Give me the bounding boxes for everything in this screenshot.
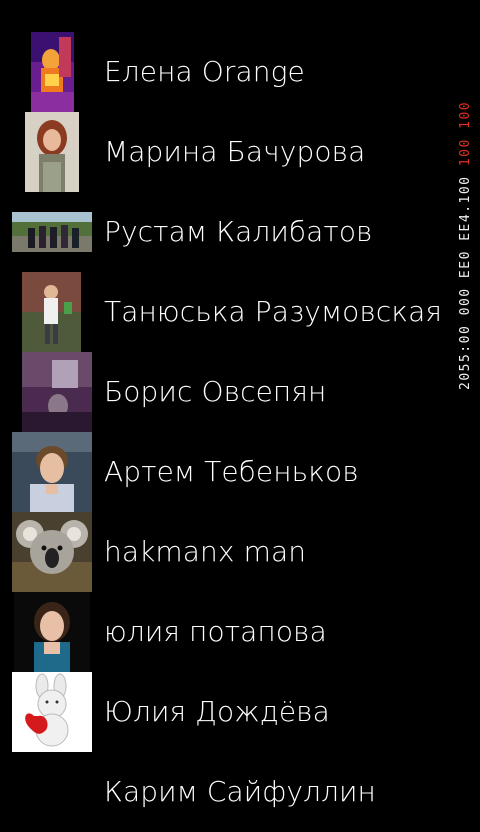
contact-name: Борис Овсепян [104,375,327,408]
contact-item[interactable]: Карим Сайфуллин [0,752,460,832]
avatar [31,32,74,112]
contact-list: Елена Orange Марина Бачурова Рустам Кали… [0,32,460,832]
contact-item[interactable]: Рустам Калибатов [0,192,460,272]
contact-item[interactable]: Борис Овсепян [0,352,460,432]
counter-red-segment: 100 [458,138,473,167]
contact-name: Карим Сайфуллин [104,775,376,808]
memory-counter-text: 2055:00 000 EE0 EE4.100 100 100 [458,101,474,390]
contact-item[interactable]: Танюська Разумовская [0,272,460,352]
contact-name: hakmanx man [104,535,307,568]
contact-name: юлия потапова [104,615,327,648]
counter-red-segment: 100 [458,100,473,129]
avatar [12,192,92,272]
avatar [25,112,79,192]
contact-item[interactable]: Елена Orange [0,32,460,112]
avatar [12,432,92,512]
avatar [22,272,81,352]
memory-counter-overlay: 2055:00 000 EE0 EE4.100 100 100 [456,32,480,402]
avatar [14,592,90,672]
contact-item[interactable]: Юлия Дождёва [0,672,460,752]
contact-name: Елена Orange [104,55,305,88]
contact-item[interactable]: Марина Бачурова [0,112,460,192]
avatar [12,512,92,592]
avatar [12,672,92,752]
contact-name: Юлия Дождёва [104,695,330,728]
contact-name: Рустам Калибатов [104,215,373,248]
contact-item[interactable]: юлия потапова [0,592,460,672]
contact-name: Марина Бачурова [104,135,366,168]
contact-name: Артем Тебеньков [104,455,359,488]
avatar [22,352,92,432]
counter-white-segment: 2055:00 000 EE0 EE4.100 [458,175,473,390]
contact-name: Танюська Разумовская [104,295,443,328]
contact-item[interactable]: Артем Тебеньков [0,432,460,512]
contact-item[interactable]: hakmanx man [0,512,460,592]
